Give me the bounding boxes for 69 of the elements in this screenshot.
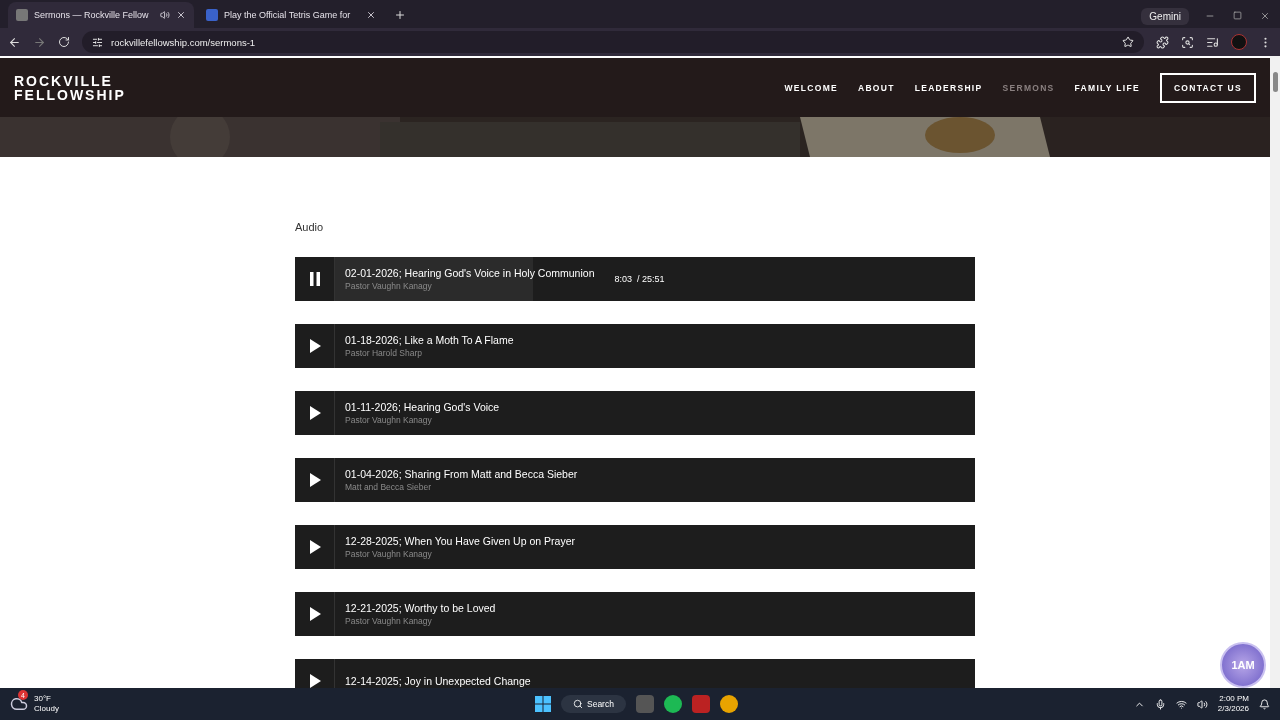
media-icon[interactable]	[1206, 35, 1219, 49]
notification-icon[interactable]	[1259, 698, 1270, 710]
track-title: 02-01-2026; Hearing God's Voice in Holy Communion	[345, 267, 595, 279]
nav-link[interactable]: SERMONS	[1002, 82, 1055, 93]
speaker-name: Pastor Vaughn Kanagy	[345, 415, 433, 425]
site-icon	[16, 9, 28, 21]
new-tab-icon[interactable]	[394, 9, 406, 21]
scrollbar[interactable]	[1270, 56, 1280, 688]
forward-icon[interactable]	[33, 35, 46, 49]
url-text: rockvillefellowship.com/sermons-1	[111, 36, 256, 48]
microphone-icon[interactable]	[1154, 698, 1166, 710]
weather-condition: Cloudy	[34, 704, 59, 714]
close-icon[interactable]	[366, 10, 376, 20]
play-icon	[308, 540, 321, 554]
track-title: 12-28-2025; When You Have Given Up on Prayer	[345, 535, 575, 547]
speaker-name: Pastor Harold Sharp	[345, 348, 423, 358]
app-icon[interactable]	[663, 695, 682, 713]
start-icon[interactable]	[535, 696, 551, 712]
track-title: 01-04-2026; Sharing From Matt and Becca Sieber	[345, 468, 578, 480]
bookmark-icon[interactable]	[1122, 36, 1134, 48]
clock-date[interactable]: 2/3/2026	[1217, 704, 1249, 714]
volume-icon[interactable]	[1196, 698, 1208, 710]
address-bar[interactable]: rockvillefellowship.com/sermons-1	[82, 31, 1144, 53]
pause-icon	[308, 272, 321, 286]
gemini-button[interactable]: Gemini	[1141, 8, 1189, 25]
app-icon[interactable]	[691, 695, 710, 713]
extensions-icon[interactable]	[1156, 35, 1169, 49]
site-settings-icon[interactable]	[92, 36, 103, 48]
track-title: 01-11-2026; Hearing God's Voice	[345, 401, 500, 413]
browser-tab[interactable]: Sermons — Rockville Fellow	[8, 2, 194, 28]
speaker-name: Pastor Vaughn Kanagy	[345, 281, 433, 291]
speaker-icon[interactable]	[160, 10, 170, 20]
search-tabs-icon[interactable]	[1181, 35, 1194, 49]
nav-link[interactable]: LEADERSHIP	[914, 82, 983, 93]
track-title: 01-18-2026; Like a Moth To A Flame	[345, 334, 514, 346]
section-title: Audio	[295, 221, 325, 233]
play-icon	[308, 339, 321, 353]
track-title: 12-21-2025; Worthy to be Loved	[345, 602, 496, 614]
search-icon	[573, 699, 583, 709]
play-icon	[308, 674, 321, 688]
play-icon	[308, 473, 321, 487]
cloud-icon[interactable]	[10, 695, 28, 713]
network-icon[interactable]	[1175, 698, 1187, 710]
maximize-icon[interactable]	[1233, 11, 1242, 20]
tab-title: Play the Official Tetris Game for	[224, 10, 352, 20]
temperature: 30°F	[34, 694, 52, 704]
play-icon	[308, 406, 321, 420]
clock-time[interactable]: 2:00 PM	[1217, 694, 1249, 704]
track-time: 8:03 / 25:51	[614, 274, 665, 284]
profile-avatar[interactable]	[1231, 34, 1247, 50]
nav-link[interactable]: FAMILY LIFE	[1074, 82, 1140, 93]
speaker-name: Pastor Vaughn Kanagy	[345, 616, 433, 626]
close-icon[interactable]	[1260, 11, 1270, 21]
progress-fill[interactable]	[335, 257, 534, 301]
track-title: 12-14-2025; Joy in Unexpected Change	[345, 675, 531, 687]
reload-icon[interactable]	[58, 36, 70, 48]
speaker-name: Matt and Becca Sieber	[345, 482, 432, 492]
tab-title: Sermons — Rockville Fellow	[34, 10, 150, 20]
close-icon[interactable]	[176, 10, 186, 20]
contact-button[interactable]: CONTACT US	[1159, 72, 1256, 103]
back-icon[interactable]	[8, 35, 21, 49]
site-icon	[206, 9, 218, 21]
taskbar-search[interactable]: Search	[561, 695, 626, 713]
speaker-name: Pastor Vaughn Kanagy	[345, 549, 433, 559]
nav-link[interactable]: ABOUT	[858, 82, 895, 93]
site-logo[interactable]: ROCKVILLE FELLOWSHIP	[14, 73, 126, 102]
play-icon	[308, 607, 321, 621]
browser-tab[interactable]: Play the Official Tetris Game for	[198, 2, 384, 28]
nav-link[interactable]: WELCOME	[784, 82, 838, 93]
